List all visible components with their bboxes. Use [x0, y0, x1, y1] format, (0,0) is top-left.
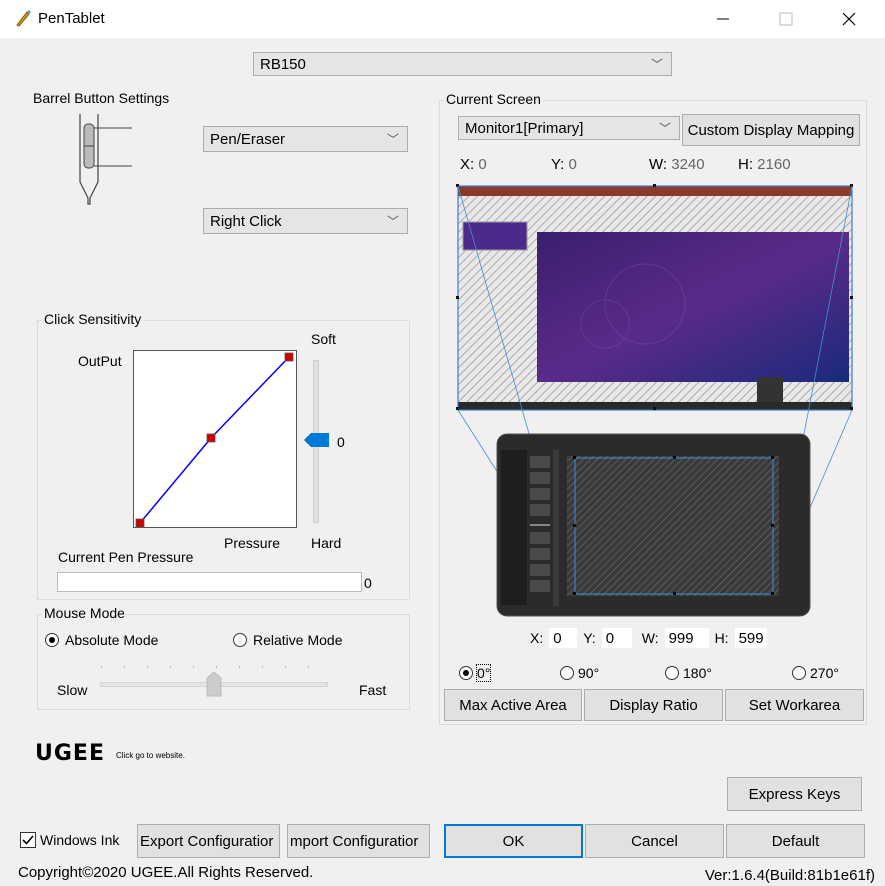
- minimize-icon: [717, 18, 729, 20]
- relative-mode-radio[interactable]: Relative Mode: [233, 632, 343, 648]
- cancel-button[interactable]: Cancel: [585, 824, 724, 858]
- pressure-curve-graph[interactable]: [133, 350, 297, 530]
- screen-w-readout: W: 3240: [649, 156, 705, 173]
- current-pressure-label: Current Pen Pressure: [58, 549, 194, 565]
- radio-unselected-icon: [233, 633, 247, 647]
- tablet-y-label: Y:: [583, 630, 596, 646]
- close-button[interactable]: [826, 0, 872, 38]
- custom-display-mapping-button[interactable]: Custom Display Mapping: [682, 114, 860, 146]
- chevron-down-icon: ﹀: [386, 214, 399, 229]
- chevron-down-icon: ﹀: [658, 121, 671, 136]
- rotation-270-label: 270°: [810, 665, 839, 681]
- monitor-select[interactable]: Monitor1[Primary] ﹀: [458, 116, 680, 140]
- rotation-0-radio[interactable]: 0°: [459, 664, 492, 682]
- rotation-180-radio[interactable]: 180°: [665, 665, 712, 681]
- radio-unselected-icon: [792, 666, 806, 680]
- monitor-select-value: Monitor1[Primary]: [465, 119, 584, 137]
- screen-x-readout: X: 0: [460, 156, 487, 173]
- ugee-logo[interactable]: UGEE: [35, 741, 105, 766]
- express-keys-button[interactable]: Express Keys: [727, 777, 862, 811]
- title-bar: PenTablet: [0, 0, 885, 38]
- tablet-y-field[interactable]: 0: [601, 628, 632, 648]
- absolute-mode-label: Absolute Mode: [65, 632, 159, 648]
- screen-mapping-preview[interactable]: [455, 184, 855, 624]
- website-link[interactable]: Click go to website.: [116, 751, 185, 760]
- mouse-mode-group: [37, 614, 410, 710]
- chevron-down-icon: ﹀: [650, 57, 663, 72]
- tablet-w-label: W:: [641, 630, 659, 646]
- output-label: OutPut: [78, 353, 122, 369]
- sensitivity-slider-handle[interactable]: [302, 432, 330, 448]
- curve-point-mid[interactable]: [206, 433, 216, 443]
- tablet-h-field[interactable]: 599: [734, 628, 767, 648]
- device-select-value: RB150: [260, 55, 306, 73]
- screen-h-readout: H: 2160: [738, 156, 791, 173]
- device-select[interactable]: RB150 ﹀: [253, 52, 672, 76]
- max-active-area-button[interactable]: Max Active Area: [444, 689, 582, 721]
- pen-diagram-icon: [79, 114, 132, 205]
- radio-selected-icon: [459, 666, 473, 680]
- barrel-button1-select[interactable]: Pen/Eraser ﹀: [203, 126, 408, 152]
- relative-mode-label: Relative Mode: [253, 632, 343, 648]
- set-workarea-button[interactable]: Set Workarea: [725, 689, 864, 721]
- soft-label: Soft: [311, 331, 336, 347]
- checkbox-checked-icon: [20, 832, 36, 848]
- mouse-mode-label: Mouse Mode: [42, 605, 127, 621]
- pressure-axis-label: Pressure: [224, 535, 281, 551]
- copyright-text: Copyright©2020 UGEE.All Rights Reserved.: [18, 864, 314, 881]
- screen-y-readout: Y: 0: [551, 156, 577, 173]
- version-text: Ver:1.6.4(Build:81b1e61f): [704, 867, 875, 884]
- barrel-button2-value: Right Click: [210, 212, 282, 230]
- ok-button[interactable]: OK: [444, 824, 583, 858]
- windows-ink-checkbox[interactable]: Windows Ink: [20, 832, 119, 848]
- current-pressure-bar: [57, 572, 362, 592]
- rotation-180-label: 180°: [683, 665, 712, 681]
- maximize-button[interactable]: [763, 0, 809, 38]
- windows-ink-label: Windows Ink: [40, 832, 120, 848]
- barrel-button1-value: Pen/Eraser: [210, 130, 286, 148]
- window-title: PenTablet: [38, 10, 105, 27]
- pen-app-icon: [16, 10, 31, 27]
- import-configuration-button[interactable]: mport Configuratior: [287, 824, 430, 858]
- default-button[interactable]: Default: [726, 824, 865, 858]
- speed-slider-handle[interactable]: [206, 671, 222, 697]
- sensitivity-value: 0: [337, 434, 345, 450]
- minimize-button[interactable]: [700, 0, 746, 38]
- absolute-mode-radio[interactable]: Absolute Mode: [45, 632, 158, 648]
- chevron-down-icon: ﹀: [386, 132, 399, 147]
- current-screen-label: Current Screen: [444, 91, 543, 107]
- radio-selected-icon: [45, 633, 59, 647]
- rotation-0-label: 0°: [475, 664, 492, 682]
- rotation-90-label: 90°: [578, 665, 600, 681]
- maximize-icon: [779, 12, 793, 26]
- tablet-x-label: X:: [530, 630, 544, 646]
- tablet-x-field[interactable]: 0: [549, 628, 578, 648]
- click-sensitivity-label: Click Sensitivity: [42, 311, 144, 327]
- curve-point-end[interactable]: [284, 352, 294, 362]
- radio-unselected-icon: [560, 666, 574, 680]
- barrel-group-label: Barrel Button Settings: [31, 90, 172, 106]
- close-icon: [842, 12, 856, 26]
- export-configuration-button[interactable]: Export Configuratior: [137, 824, 280, 858]
- rotation-270-radio[interactable]: 270°: [792, 665, 839, 681]
- radio-unselected-icon: [665, 666, 679, 680]
- rotation-90-radio[interactable]: 90°: [560, 665, 599, 681]
- slow-label: Slow: [57, 682, 88, 698]
- barrel-button2-select[interactable]: Right Click ﹀: [203, 208, 408, 234]
- fast-label: Fast: [359, 682, 387, 698]
- curve-point-start[interactable]: [135, 518, 145, 528]
- hard-label: Hard: [311, 535, 342, 551]
- current-pressure-value: 0: [364, 575, 372, 591]
- tablet-area-readout: X: 0 Y: 0 W: 999 H: 599: [530, 628, 767, 648]
- tablet-w-field[interactable]: 999: [664, 628, 709, 648]
- tablet-h-label: H:: [714, 630, 729, 646]
- display-ratio-button[interactable]: Display Ratio: [584, 689, 723, 721]
